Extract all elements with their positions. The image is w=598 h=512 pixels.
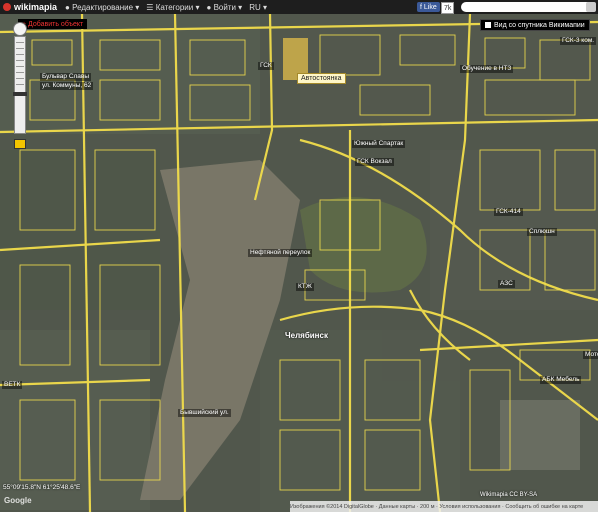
search-input[interactable] — [461, 2, 595, 12]
zoom-tick — [16, 42, 24, 43]
city-label: Челябинск — [285, 331, 328, 340]
map-attribution[interactable]: Изображения ©2014 DigitalGlobe · Данные … — [290, 501, 598, 512]
place-label[interactable]: АБК Мебель — [540, 376, 582, 384]
zoom-tick — [16, 60, 24, 61]
place-label[interactable]: ГСК Вокзал — [355, 158, 394, 166]
zoom-tick — [16, 78, 24, 79]
pan-control[interactable] — [13, 22, 27, 36]
place-label[interactable]: Нефтяной переулок — [248, 249, 313, 257]
zoom-tick — [16, 66, 24, 67]
satellite-view-toggle[interactable]: Вид со спутника Викимапии — [480, 19, 590, 31]
menu-edit[interactable]: ● Редактирование ▾ — [65, 3, 139, 12]
place-label[interactable]: ул. Коммуны, 62 — [40, 82, 94, 90]
google-logo: Google — [4, 496, 32, 505]
zoom-tick — [16, 72, 24, 73]
wikimapia-logo-icon — [3, 3, 11, 11]
place-popup[interactable]: Автостоянка — [297, 73, 346, 84]
place-label[interactable]: КТЖ — [296, 283, 314, 291]
menu-categories[interactable]: ☰ Категории ▾ — [146, 3, 199, 12]
zoom-tick — [16, 48, 24, 49]
language-select[interactable]: RU ▾ — [249, 3, 267, 12]
place-label[interactable]: Сплюшн — [527, 228, 557, 236]
place-label[interactable]: Бульвар Славы — [40, 73, 92, 81]
place-label[interactable]: ГСК-3 ком. — [560, 37, 597, 45]
place-label[interactable]: ВЕТК — [2, 381, 23, 389]
place-label[interactable]: АЗС — [498, 280, 515, 288]
place-label[interactable]: Мотор — [583, 351, 598, 359]
place-label[interactable]: ГСК-414 — [494, 208, 523, 216]
globe-icon: ● — [65, 2, 73, 12]
place-label[interactable]: Бывшийский ул. — [178, 409, 231, 417]
zoom-slider[interactable] — [13, 36, 27, 134]
place-label[interactable]: Обучение в НТЗ — [460, 65, 514, 73]
place-label[interactable]: ГСК — [258, 62, 274, 70]
checkbox-icon — [485, 22, 491, 28]
layers-icon[interactable] — [14, 139, 26, 149]
facebook-like-button[interactable]: f Like — [417, 2, 440, 12]
user-icon: ● — [206, 2, 214, 12]
search-icon[interactable] — [586, 2, 596, 12]
wikimapia-logo[interactable]: wikimapia — [3, 2, 57, 12]
categories-icon: ☰ — [146, 2, 156, 12]
like-count: 7k — [441, 2, 455, 14]
add-object-button[interactable]: + Добавить объект — [18, 19, 88, 29]
wikimapia-credit: Wikimapia CC BY-SA — [480, 492, 538, 498]
menu-login[interactable]: ● Войти ▾ — [207, 3, 243, 12]
zoom-tick — [16, 84, 24, 85]
coordinates-readout: 55°09'15.8"N 61°25'48.6"E — [3, 484, 81, 491]
place-label[interactable]: Южный Спартак — [352, 140, 406, 148]
zoom-tick — [16, 54, 24, 55]
zoom-handle[interactable] — [13, 92, 27, 96]
